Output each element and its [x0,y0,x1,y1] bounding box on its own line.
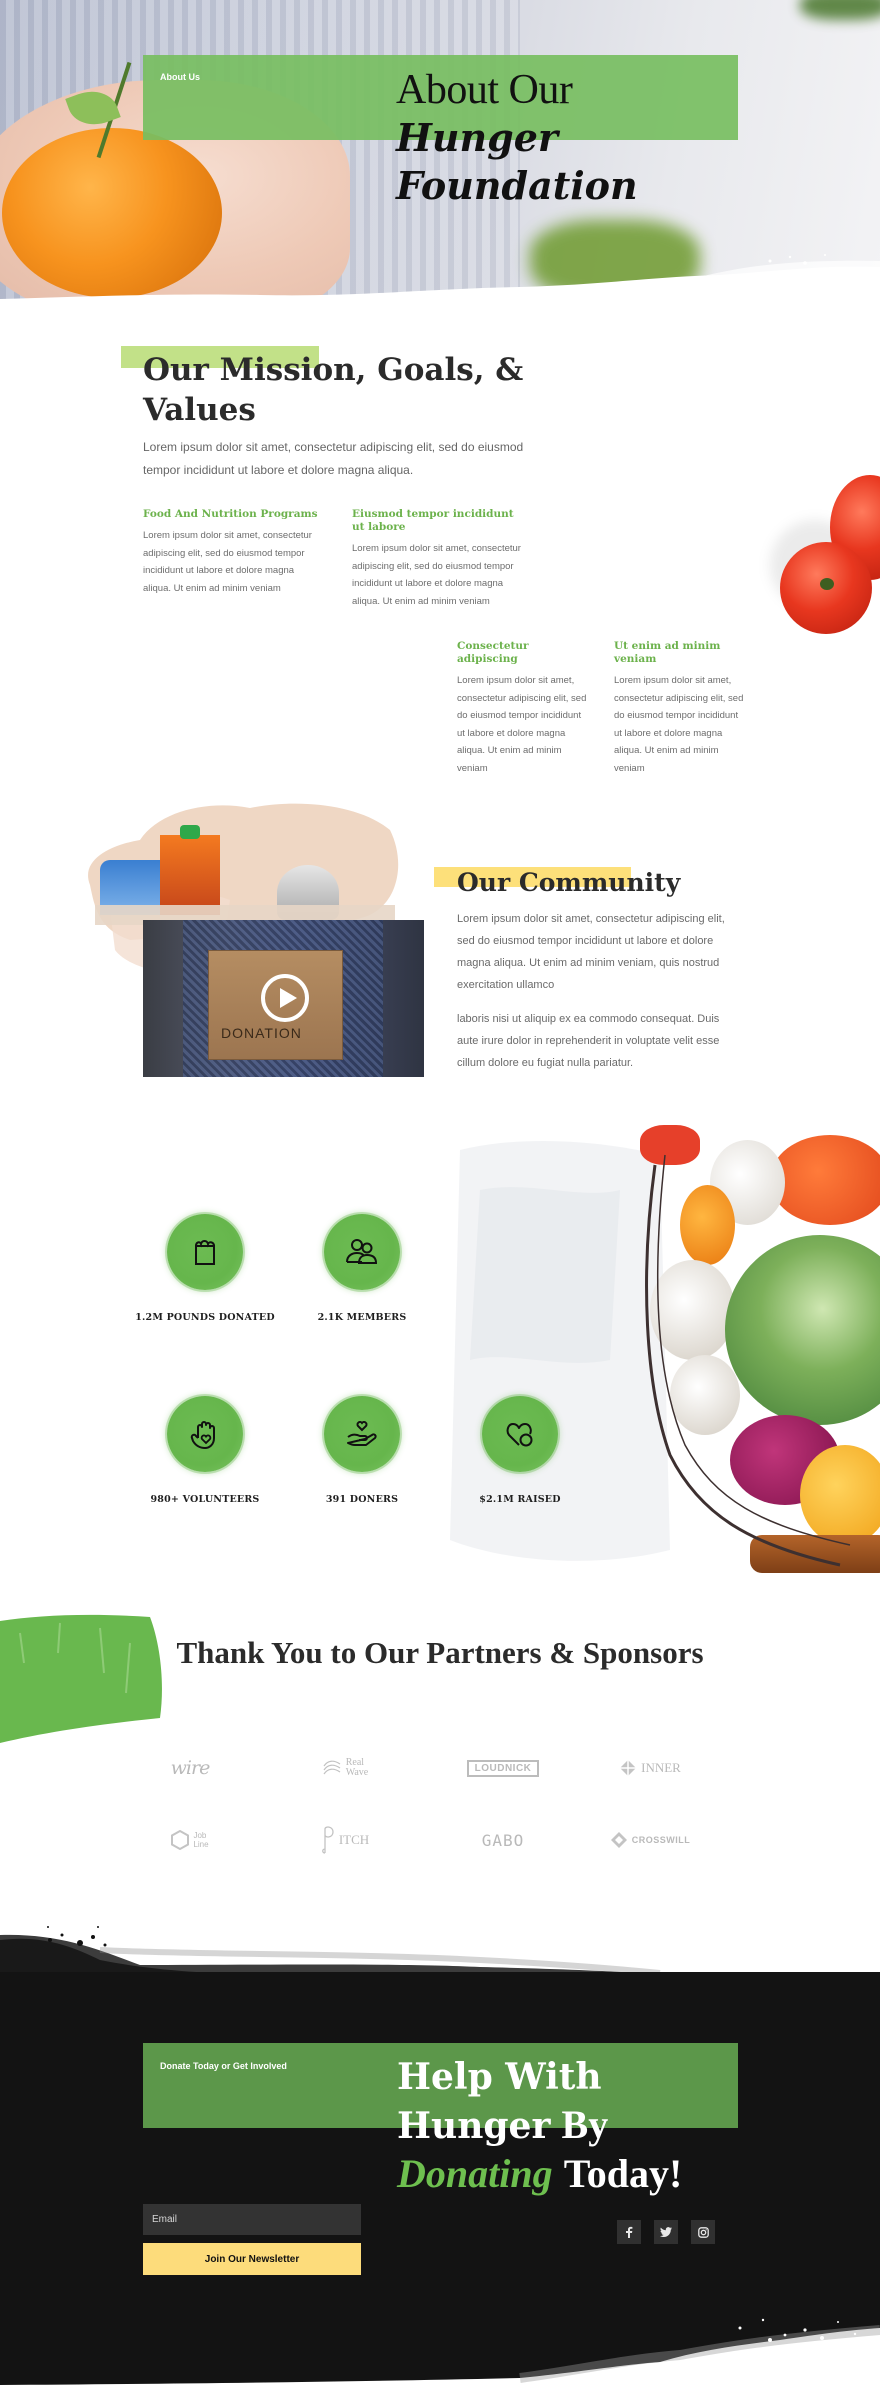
cta-title-accent: Donating [397,2151,553,2196]
juice-carton [160,835,220,915]
stat-label: 980+ VOLUNTEERS [150,1494,260,1505]
tomato-stem [820,578,834,590]
cta-title-part: Hunger [397,2105,551,2147]
partner-logo-pitch[interactable]: ITCH [280,1820,410,1860]
wave-icon [323,1760,341,1775]
pillar-title: Eiusmod tempor incididunt ut labore [352,508,514,533]
hand-heart-icon [190,1421,215,1449]
stat-label: 1.2M POUNDS DONATED [135,1312,275,1323]
mission-title: Our Mission, Goals, & Values [143,352,524,428]
stat-item: 391 DONERS [287,1396,437,1505]
give-heart-icon [347,1421,377,1446]
stat-item: $2.1M RAISED [445,1396,595,1505]
partner-logo-text: CROSSWILL [631,1835,691,1845]
play-circle-icon [280,988,297,1008]
stat-icon-circle [324,1214,400,1290]
join-newsletter-button[interactable]: Join Our Newsletter [143,2243,361,2275]
bottle-cap [180,825,200,839]
community-paragraph: laboris nisi ut aliquip ex ea commodo co… [457,1013,720,1069]
pillar-body: Lorem ipsum dolor sit amet, consectetur … [143,530,312,594]
hero-title-line2: Hunger [396,115,558,160]
partner-logo-text: GABO [481,1830,525,1850]
pitch-p-icon [321,1826,334,1854]
cta-title-part: By [561,2102,609,2147]
facebook-icon [626,2226,633,2238]
groceries-image [95,820,395,925]
stat-label: $2.1M RAISED [479,1494,561,1505]
stat-icon-circle [482,1396,558,1472]
hero-title-line3: Foundation [396,163,638,208]
pillar-title: Ut enim ad minim veniam [614,640,721,665]
stat-label: 391 DONERS [325,1494,399,1505]
partner-logo-crosswill[interactable]: CROSSWILL [585,1820,715,1860]
twitter-icon [660,2227,672,2237]
grocery-bag-icon [195,1240,215,1265]
torn-paper-edge [0,254,880,305]
cta-eyebrow: Donate Today or Get Involved [160,2061,287,2071]
community-paragraph: Lorem ipsum dolor sit amet, consectetur … [457,913,725,991]
ink-brush-edge-bottom [0,2318,880,2390]
partner-logo-text: Job Line [193,1831,209,1849]
vegetable-basket-image [640,1125,880,1585]
community-title: Our Community [457,868,681,897]
play-button[interactable] [261,974,309,1022]
partner-logo-text: Real Wave [345,1757,369,1778]
mission-lead: Lorem ipsum dolor sit amet, consectetur … [143,440,524,477]
stat-item: 2.1K MEMBERS [287,1214,437,1323]
partner-logo-text: ITCH [338,1832,370,1847]
partners-title: Thank You to Our Partners & Sponsors [176,1635,704,1670]
partner-logo-wire[interactable]: wire [125,1748,255,1788]
crosswill-icon [610,1832,627,1848]
diamond-icon [620,1760,637,1776]
stat-label: 2.1K MEMBERS [317,1312,407,1323]
pillar-title: Consectetur adipiscing [457,640,529,665]
instagram-icon [697,2226,709,2238]
hero-eyebrow: About Us [160,72,200,82]
video-box-label: DONATION [221,1025,302,1041]
basket-wire [645,1154,851,1567]
ink-brush-edge-top [0,1926,661,1975]
stat-icon-circle [324,1396,400,1472]
partner-logo-jobline[interactable]: Job Line [125,1820,255,1860]
community-video[interactable]: DONATION [143,920,424,1077]
partner-logo-loudnick[interactable]: LOUDNICK [438,1748,568,1788]
hexagon-icon [171,1830,190,1850]
hero-title-line1: About Our [396,67,573,113]
email-input[interactable] [143,2204,361,2235]
hero-corner-decoration [800,0,880,20]
green-brush-stroke [0,1614,162,1743]
pillar-body: Lorem ipsum dolor sit amet, consectetur … [352,543,521,607]
tomatoes-image [770,460,880,640]
stat-item: 1.2M POUNDS DONATED [130,1214,280,1323]
partner-logo-inner[interactable]: INNER [585,1748,715,1788]
partner-logo-gabo[interactable]: GABO [438,1820,568,1860]
cta-title: Help With Hunger By Donating Today! [397,2052,682,2198]
heart-coin-icon [506,1423,533,1447]
stat-icon-circle [167,1214,243,1290]
partner-logo-realwave[interactable]: Real Wave [280,1748,410,1788]
partner-logo-text: LOUDNICK [466,1759,540,1777]
pillar-body: Lorem ipsum dolor sit amet, consectetur … [614,675,744,774]
cta-title-part: Help With [397,2056,602,2098]
cta-title-part: Today! [563,2151,683,2196]
social-facebook-button[interactable] [617,2220,641,2244]
social-twitter-button[interactable] [654,2220,678,2244]
partner-logo-text: INNER [641,1760,681,1775]
people-icon [346,1239,378,1264]
social-instagram-button[interactable] [691,2220,715,2244]
stat-icon-circle [167,1396,243,1472]
partner-logo-text: wire [170,1757,211,1779]
pillar: Ut enim ad minim veniam Lorem ipsum dolo… [614,640,744,777]
stat-item: 980+ VOLUNTEERS [130,1396,280,1505]
pillar-title: Food And Nutrition Programs [143,508,318,520]
hero-title: About Our Hunger Foundation [396,66,638,210]
pillar: Consectetur adipiscing Lorem ipsum dolor… [457,640,587,777]
pillar: Food And Nutrition Programs Lorem ipsum … [143,508,323,597]
pillar-body: Lorem ipsum dolor sit amet, consectetur … [457,675,587,774]
pillar: Eiusmod tempor incididunt ut labore Lore… [352,508,527,610]
